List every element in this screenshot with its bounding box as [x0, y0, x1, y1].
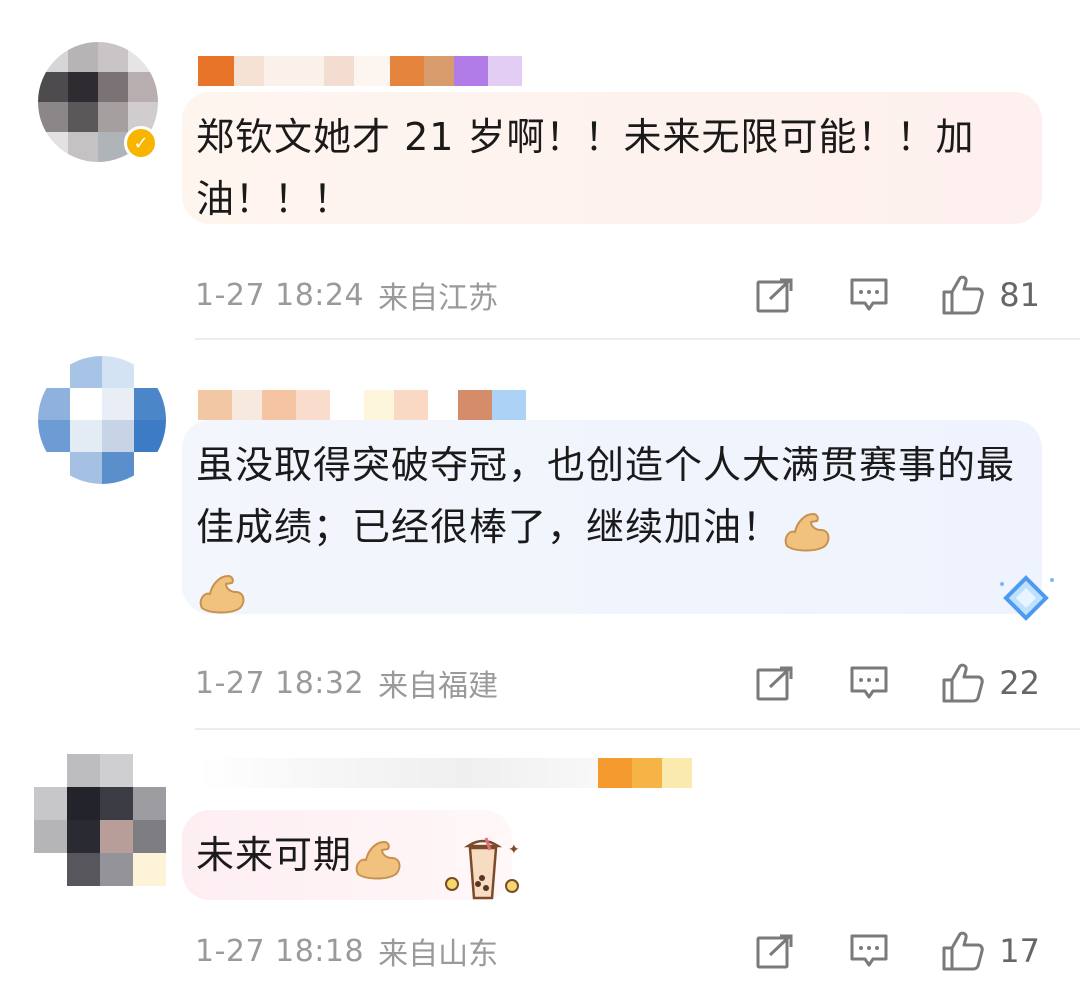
share-icon: [756, 278, 793, 313]
like-count: 81: [999, 276, 1040, 314]
username-blurred[interactable]: [198, 390, 526, 420]
comment-actions: 81: [755, 270, 1040, 320]
comment-text: 虽没取得突破夺冠，也创造个人大满贯赛事的最佳成绩；已经很棒了，继续加油！: [196, 443, 1016, 549]
comment-item: 虽没取得突破夺冠，也创造个人大满贯赛事的最佳成绩；已经很棒了，继续加油！ 1-2…: [0, 340, 1080, 730]
like-button[interactable]: 17: [941, 930, 1040, 972]
comment-button[interactable]: [849, 665, 889, 701]
comment-bubble: 虽没取得突破夺冠，也创造个人大满贯赛事的最佳成绩；已经很棒了，继续加油！: [182, 420, 1042, 614]
like-button[interactable]: 22: [941, 662, 1040, 704]
bubble-tea-sticker: ✦: [440, 836, 524, 906]
comment-item: 未来可期 ✦ 1-27 18:18 来自山东 17: [0, 730, 1080, 987]
comment-button[interactable]: [849, 933, 889, 969]
comment-meta: 1-27 18:32 来自福建: [195, 658, 498, 708]
thumbs-up-icon: [942, 931, 985, 971]
like-count: 17: [999, 932, 1040, 970]
comment-icon: [850, 934, 888, 967]
comment-time: 1-27 18:24: [195, 277, 365, 313]
thumbs-up-icon: [942, 663, 985, 703]
username-blurred[interactable]: [198, 56, 522, 86]
share-button[interactable]: [755, 277, 795, 313]
avatar[interactable]: [34, 754, 166, 886]
comment-meta: 1-27 18:18 来自山东: [195, 926, 498, 976]
diamond-badge-icon: [998, 574, 1058, 624]
flexed-biceps-emoji: [352, 836, 404, 880]
comment-actions: 22: [755, 658, 1040, 708]
comment-item: ✓ 郑钦文她才 21 岁啊！！未来无限可能！！加油！！！ 1-27 18:24 …: [0, 0, 1080, 340]
verified-badge-icon: ✓: [124, 126, 158, 160]
flexed-biceps-emoji: [781, 508, 833, 552]
comment-location: 来自山东: [378, 937, 499, 972]
svg-text:✦: ✦: [508, 842, 520, 858]
like-count: 22: [999, 664, 1040, 702]
share-icon: [756, 666, 793, 701]
share-button[interactable]: [755, 933, 795, 969]
comment-icon: [850, 666, 888, 699]
like-button[interactable]: 81: [941, 274, 1040, 316]
comment-bubble: 郑钦文她才 21 岁啊！！未来无限可能！！加油！！！: [182, 92, 1042, 224]
comment-time: 1-27 18:32: [195, 665, 365, 701]
share-button[interactable]: [755, 665, 795, 701]
avatar[interactable]: [38, 356, 166, 484]
comment-text: 未来可期: [196, 833, 353, 877]
comment-icon: [850, 278, 888, 311]
comment-actions: 17: [755, 926, 1040, 976]
username-blurred[interactable]: [198, 758, 692, 788]
flexed-biceps-emoji: [196, 570, 248, 614]
comment-meta: 1-27 18:24 来自江苏: [195, 270, 498, 320]
comment-time: 1-27 18:18: [195, 933, 365, 969]
comment-button[interactable]: [849, 277, 889, 313]
share-icon: [756, 934, 793, 969]
thumbs-up-icon: [942, 275, 985, 315]
comment-text: 郑钦文她才 21 岁啊！！未来无限可能！！加油！！！: [196, 115, 975, 221]
comment-location: 来自江苏: [378, 281, 499, 316]
comment-location: 来自福建: [378, 669, 499, 704]
